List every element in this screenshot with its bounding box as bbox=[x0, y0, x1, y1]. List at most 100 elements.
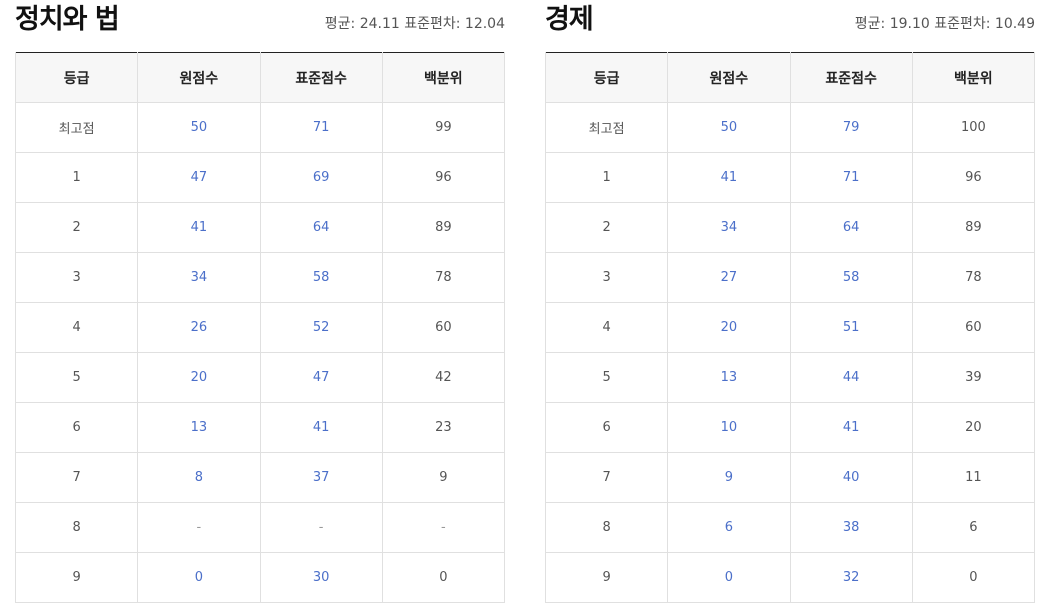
raw-score-cell: - bbox=[137, 502, 261, 553]
table-row: 3 34 58 78 bbox=[14, 252, 506, 303]
table-row: 2 41 64 89 bbox=[14, 202, 506, 253]
percentile-cell: 96 bbox=[911, 152, 1036, 203]
percentile-cell: 78 bbox=[381, 252, 506, 303]
grade-cell: 3 bbox=[14, 252, 139, 303]
standard-score-cell: 38 bbox=[789, 502, 913, 553]
standard-score-cell: 51 bbox=[789, 302, 913, 353]
grade-cell: 7 bbox=[544, 452, 669, 503]
table-row: 1 47 69 96 bbox=[14, 152, 506, 203]
table-row: 5 20 47 42 bbox=[14, 352, 506, 403]
grade-cell: 9 bbox=[14, 552, 139, 603]
table-row: 9 0 30 0 bbox=[14, 552, 506, 603]
percentile-cell: 20 bbox=[911, 402, 1036, 453]
score-table: 등급 원점수 표준점수 백분위 최고점 50 79 100 1 41 71 96 2 34 64 89… bbox=[544, 52, 1036, 603]
standard-score-cell: 69 bbox=[259, 152, 383, 203]
standard-score-cell: 37 bbox=[259, 452, 383, 503]
panel-economics: 경제 평균: 19.10 표준편차: 10.49 등급 원점수 표준점수 백분위… bbox=[544, 0, 1036, 603]
table-body: 최고점 50 79 100 1 41 71 96 2 34 64 89 3 27 58 78 4 20 51 60 5 1… bbox=[544, 102, 1036, 603]
table-row: 최고점 50 71 99 bbox=[14, 102, 506, 153]
raw-score-cell: 26 bbox=[137, 302, 261, 353]
raw-score-cell: 47 bbox=[137, 152, 261, 203]
column-header-raw-score: 원점수 bbox=[137, 52, 261, 103]
percentile-cell: 6 bbox=[911, 502, 1036, 553]
percentile-cell: 60 bbox=[381, 302, 506, 353]
raw-score-cell: 20 bbox=[667, 302, 791, 353]
table-row: 7 9 40 11 bbox=[544, 452, 1036, 503]
grade-cell: 1 bbox=[544, 152, 669, 203]
score-table: 등급 원점수 표준점수 백분위 최고점 50 71 99 1 47 69 96 2 41 64 89 3… bbox=[14, 52, 506, 603]
percentile-cell: 100 bbox=[911, 102, 1036, 153]
raw-score-cell: 20 bbox=[137, 352, 261, 403]
standard-score-cell: 64 bbox=[789, 202, 913, 253]
raw-score-cell: 50 bbox=[667, 102, 791, 153]
table-row: 4 20 51 60 bbox=[544, 302, 1036, 353]
standard-score-cell: 47 bbox=[259, 352, 383, 403]
grade-cell: 6 bbox=[14, 402, 139, 453]
standard-score-cell: 30 bbox=[259, 552, 383, 603]
table-row: 5 13 44 39 bbox=[544, 352, 1036, 403]
grade-cell: 5 bbox=[14, 352, 139, 403]
table-row: 8--- bbox=[14, 502, 506, 553]
percentile-cell: 11 bbox=[911, 452, 1036, 503]
table-header-row: 등급 원점수 표준점수 백분위 bbox=[14, 52, 506, 103]
percentile-cell: 42 bbox=[381, 352, 506, 403]
raw-score-cell: 41 bbox=[667, 152, 791, 203]
table-body: 최고점 50 71 99 1 47 69 96 2 41 64 89 3 34 58 78 4 26 52 60 5 20… bbox=[14, 102, 506, 603]
raw-score-cell: 13 bbox=[667, 352, 791, 403]
grade-cell: 1 bbox=[14, 152, 139, 203]
column-header-grade: 등급 bbox=[544, 52, 669, 103]
standard-score-cell: 40 bbox=[789, 452, 913, 503]
raw-score-cell: 0 bbox=[137, 552, 261, 603]
raw-score-cell: 10 bbox=[667, 402, 791, 453]
grade-cell: 9 bbox=[544, 552, 669, 603]
percentile-cell: 9 bbox=[381, 452, 506, 503]
table-row: 4 26 52 60 bbox=[14, 302, 506, 353]
standard-score-cell: 32 bbox=[789, 552, 913, 603]
percentile-cell: 78 bbox=[911, 252, 1036, 303]
grade-cell: 최고점 bbox=[14, 102, 139, 153]
percentile-cell: 89 bbox=[381, 202, 506, 253]
raw-score-cell: 13 bbox=[137, 402, 261, 453]
panel-politics-law: 정치와 법 평균: 24.11 표준편차: 12.04 등급 원점수 표준점수 … bbox=[14, 0, 506, 603]
table-header-row: 등급 원점수 표준점수 백분위 bbox=[544, 52, 1036, 103]
panel-title: 경제 bbox=[545, 4, 594, 35]
percentile-cell: 89 bbox=[911, 202, 1036, 253]
raw-score-cell: 8 bbox=[137, 452, 261, 503]
standard-score-cell: 58 bbox=[789, 252, 913, 303]
column-header-raw-score: 원점수 bbox=[667, 52, 791, 103]
column-header-standard-score: 표준점수 bbox=[259, 52, 383, 103]
raw-score-cell: 6 bbox=[667, 502, 791, 553]
table-row: 2 34 64 89 bbox=[544, 202, 1036, 253]
raw-score-cell: 34 bbox=[667, 202, 791, 253]
standard-score-cell: 71 bbox=[789, 152, 913, 203]
grade-cell: 2 bbox=[14, 202, 139, 253]
grade-cell: 6 bbox=[544, 402, 669, 453]
percentile-cell: 0 bbox=[911, 552, 1036, 603]
grade-cell: 8 bbox=[14, 502, 139, 553]
column-header-standard-score: 표준점수 bbox=[789, 52, 913, 103]
raw-score-cell: 41 bbox=[137, 202, 261, 253]
standard-score-cell: 79 bbox=[789, 102, 913, 153]
grade-cell: 4 bbox=[544, 302, 669, 353]
table-row: 8 6 38 6 bbox=[544, 502, 1036, 553]
raw-score-cell: 9 bbox=[667, 452, 791, 503]
panel-header: 정치와 법 평균: 24.11 표준편차: 12.04 bbox=[15, 0, 505, 52]
standard-score-cell: 71 bbox=[259, 102, 383, 153]
table-row: 3 27 58 78 bbox=[544, 252, 1036, 303]
percentile-cell: 0 bbox=[381, 552, 506, 603]
grade-cell: 5 bbox=[544, 352, 669, 403]
percentile-cell: 96 bbox=[381, 152, 506, 203]
raw-score-cell: 0 bbox=[667, 552, 791, 603]
standard-score-cell: 41 bbox=[259, 402, 383, 453]
standard-score-cell: 52 bbox=[259, 302, 383, 353]
raw-score-cell: 27 bbox=[667, 252, 791, 303]
standard-score-cell: - bbox=[259, 502, 383, 553]
grade-cell: 2 bbox=[544, 202, 669, 253]
percentile-cell: 39 bbox=[911, 352, 1036, 403]
column-header-percentile: 백분위 bbox=[911, 52, 1036, 103]
grade-cell: 8 bbox=[544, 502, 669, 553]
raw-score-cell: 34 bbox=[137, 252, 261, 303]
column-header-grade: 등급 bbox=[14, 52, 139, 103]
table-row: 7 8 37 9 bbox=[14, 452, 506, 503]
table-row: 최고점 50 79 100 bbox=[544, 102, 1036, 153]
